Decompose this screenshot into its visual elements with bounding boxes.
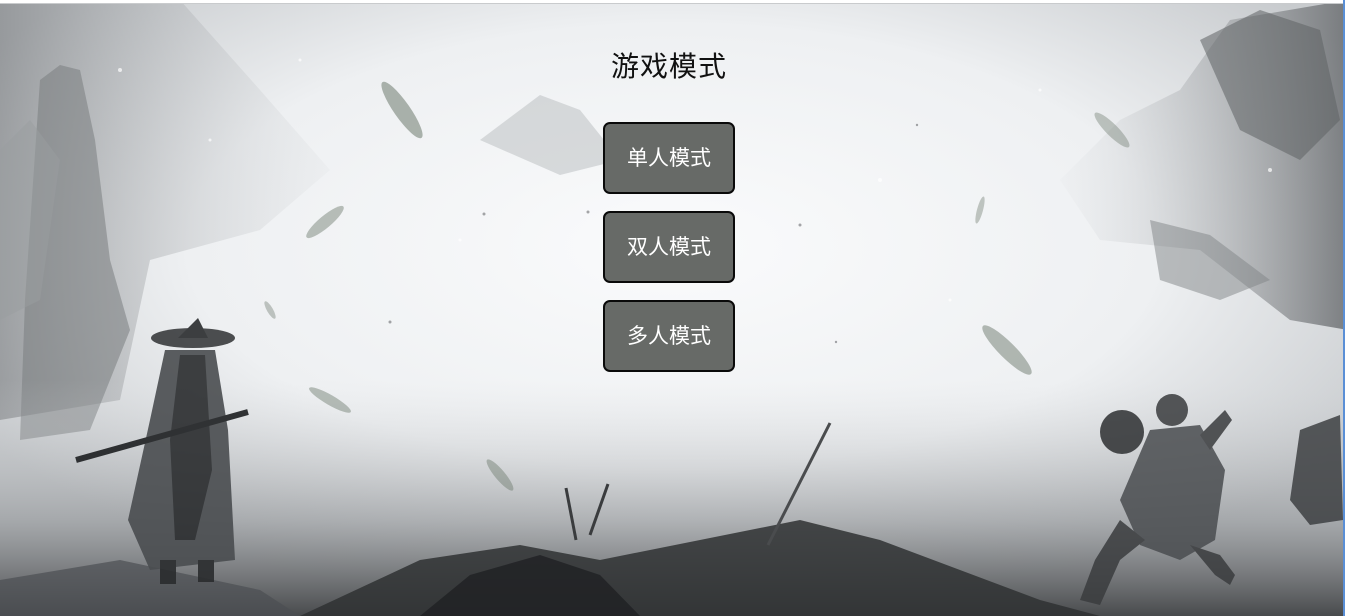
window-right-edge bbox=[1343, 0, 1348, 616]
game-mode-screen: 游戏模式 单人模式 双人模式 多人模式 bbox=[0, 0, 1348, 616]
mode-menu: 单人模式 双人模式 多人模式 bbox=[603, 122, 735, 389]
single-player-button[interactable]: 单人模式 bbox=[603, 122, 735, 194]
multiplayer-button[interactable]: 多人模式 bbox=[603, 300, 735, 372]
window-top-border bbox=[0, 0, 1343, 4]
two-player-button[interactable]: 双人模式 bbox=[603, 211, 735, 283]
page-title: 游戏模式 bbox=[610, 50, 727, 83]
